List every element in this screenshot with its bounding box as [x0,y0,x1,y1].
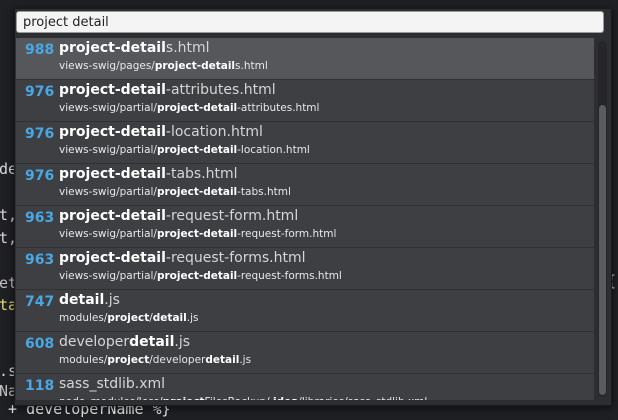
result-item[interactable]: 608 developerdetail.js modules/project/dev… [16,332,594,374]
result-item[interactable]: 963 project-detail-request-form.html views… [16,206,594,248]
result-path-match: idea [273,396,298,400]
result-title-match: project-detail [59,82,166,98]
result-title-text: -request-forms.html [165,250,306,266]
result-title-text: -location.html [165,124,263,140]
result-path-match: project [107,312,150,324]
results-scrollbar[interactable] [598,41,607,397]
result-path-text: views-swig/pages/ [59,60,155,72]
result-title-text: s.html [165,40,210,56]
result-title: detail.js [59,292,120,308]
result-path: views-swig/partial/project-detail-reques… [59,270,342,282]
result-path-match: project-detail [156,144,238,156]
result-title-match: detail [59,292,105,308]
result-path-text: -location.html [237,144,310,156]
result-title: project-detail-request-form.html [59,208,298,224]
result-item[interactable]: 963 project-detail-request-forms.html view… [16,248,594,290]
result-title: project-detail-request-forms.html [59,250,306,266]
result-title-match: project-detail [59,40,166,56]
result-score: 976 [25,84,55,100]
result-title-text: developer [59,334,130,350]
result-item[interactable]: 988 project-details.html views-swig/pages/… [16,38,594,80]
result-path-text: views-swig/partial/ [59,144,157,156]
result-score: 976 [25,126,55,142]
result-path-match: project-detail [156,228,238,240]
result-title: project-detail-attributes.html [59,82,276,98]
result-path-text: views-swig/partial/ [59,186,157,198]
result-title-text: .js [174,334,191,350]
results-list: 988 project-details.html views-swig/pages/… [16,38,594,400]
result-path-match: project-detail [156,102,238,114]
result-path: views-swig/partial/project-detail-attrib… [59,102,319,114]
result-path: views-swig/partial/project-detail-tabs.h… [59,186,291,198]
goto-anything-palette: 988project-details.htmlviews-swig/pages/… [14,8,612,406]
result-path: views-swig/partial/project-detail-reques… [59,228,336,240]
result-path-text: -attributes.html [237,102,320,114]
result-path-text: .js [239,354,252,366]
result-item[interactable]: 118sass_stdlib.xml node_modules/less/proj… [16,374,594,400]
result-score: 963 [25,252,55,268]
result-title-text: -attributes.html [165,82,276,98]
result-path-text: -tabs.html [237,186,291,198]
result-path: views-swig/partial/project-detail-locati… [59,144,310,156]
result-title-text: -tabs.html [165,166,238,182]
result-path-text: /developer [149,354,206,366]
result-path-text: modules/ [59,354,108,366]
result-path-text: views-swig/partial/ [59,270,157,282]
result-path-match: detail [152,312,187,324]
result-score: 963 [25,210,55,226]
result-path-text: -request-forms.html [237,270,342,282]
result-path-match: project [107,354,150,366]
result-path-text: /libraries/sass_stdlib.xml [298,396,427,400]
result-score: 988 [25,42,55,58]
result-path-text: node_modules/less/ [59,396,163,400]
result-path: modules/project/developerdetail.js [59,354,251,366]
result-path-text: modules/ [59,312,108,324]
result-title-text: .js [104,292,120,308]
result-path-match: detail [205,354,240,366]
result-title: project-detail-tabs.html [59,166,238,182]
result-path-match: project-detail [154,60,236,72]
result-title: project-details.html [59,40,210,56]
result-score: 608 [25,336,55,352]
result-title-text: -request-form.html [165,208,299,224]
result-path: modules/project/detail.js [59,312,198,324]
result-path-text: FilesBackup/. [205,396,273,400]
result-path: views-swig/pages/project-details.html [59,60,268,72]
result-score: 976 [25,168,55,184]
result-path-text: s.html [235,60,268,72]
result-title-text: sass_stdlib.xml [59,376,166,392]
result-path-text: views-swig/partial/ [59,102,157,114]
result-path-match: project [163,396,205,400]
result-path-text: views-swig/partial/ [59,228,157,240]
result-title: project-detail-location.html [59,124,263,140]
result-path-match: project-detail [156,186,238,198]
result-score: 747 [25,294,55,310]
result-title-match: project-detail [59,124,166,140]
result-score: 118 [25,378,55,394]
result-title: sass_stdlib.xml [59,376,165,392]
result-path-text: .js [186,312,199,324]
result-item[interactable]: 976 project-detail-tabs.html views-swig/pa… [16,164,594,206]
result-item[interactable]: 747 detail.js modules/project/detail.js [16,290,594,332]
result-path-text: -request-form.html [237,228,337,240]
scrollbar-thumb[interactable] [599,105,606,395]
result-title-match: project-detail [59,250,166,266]
result-path: node_modules/less/projectFilesBackup/.id… [59,396,427,400]
result-title-match: detail [129,334,175,350]
search-input[interactable] [16,11,604,33]
result-item[interactable]: 976 project-detail-location.html views-swi… [16,122,594,164]
result-title: developerdetail.js [59,334,190,350]
result-path-match: project-detail [156,270,238,282]
result-item[interactable]: 976 project-detail-attributes.html views-s… [16,80,594,122]
result-title-match: project-detail [59,166,166,182]
result-title-match: project-detail [59,208,166,224]
